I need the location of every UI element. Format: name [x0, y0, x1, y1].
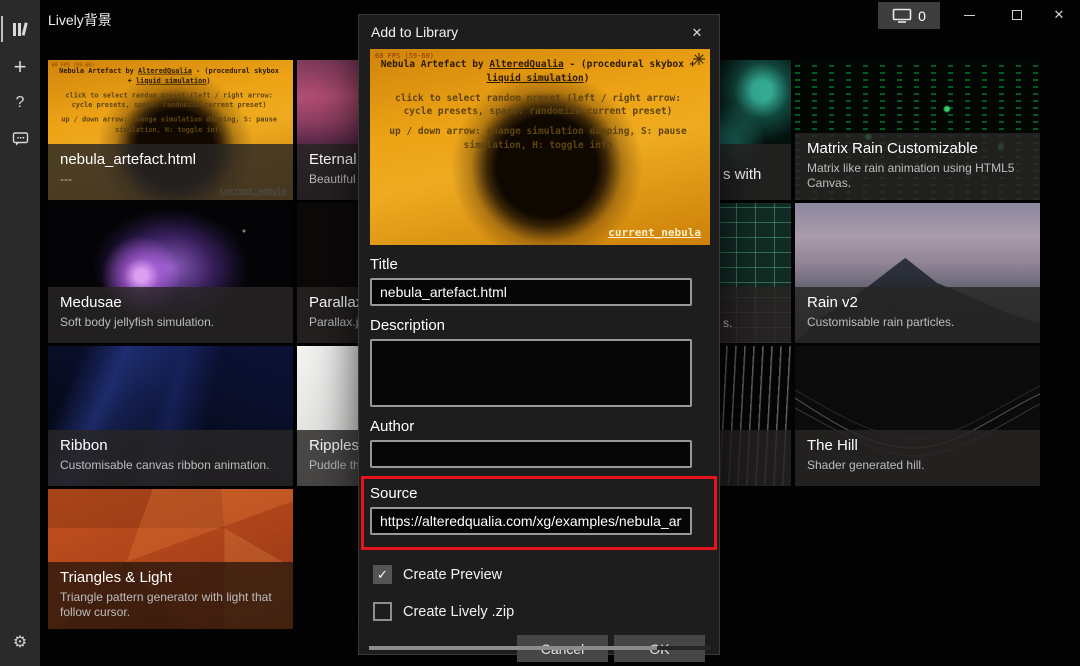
nebula-help-line: up / down arrow: change simulation dampi… — [55, 115, 283, 135]
tile-title: Triangles & Light — [60, 569, 281, 588]
create-zip-option[interactable]: Create Lively .zip — [373, 602, 708, 621]
library-icon — [11, 20, 29, 38]
tile-label-bar: Medusae Soft body jellyfish simulation. — [48, 287, 293, 343]
description-input[interactable] — [370, 339, 692, 407]
create-preview-checkbox[interactable]: ✓ — [373, 565, 392, 584]
dialog-header: Add to Library — [359, 15, 719, 49]
help-icon: ? — [16, 94, 25, 112]
tile-subtitle: Soft body jellyfish simulation. — [60, 315, 281, 331]
scrollbar-thumb[interactable] — [369, 646, 657, 650]
sidebar: + ? ⚙ — [0, 0, 40, 666]
feedback-icon — [12, 131, 29, 147]
sidebar-item-settings[interactable]: ⚙ — [0, 624, 40, 658]
tile-subtitle-fragment: s. — [723, 316, 732, 330]
create-zip-checkbox[interactable] — [373, 602, 392, 621]
dialog-close-button[interactable]: ✕ — [687, 23, 707, 43]
close-icon: ✕ — [1054, 7, 1065, 23]
nebula-overlay-text: Nebula Artefact by AlteredQualia - (proc… — [55, 67, 283, 136]
tile-title: Matrix Rain Customizable — [807, 140, 1028, 159]
tile-title-fragment: s with — [723, 166, 761, 183]
sidebar-item-library[interactable] — [0, 12, 40, 46]
tile-title: The Hill — [807, 437, 1028, 456]
wallpaper-preview: 60 FPS (59-60) Nebula Artefact by Altere… — [370, 49, 710, 245]
preview-watermark: current_nebula — [608, 226, 701, 239]
add-to-library-dialog: Add to Library ✕ 60 FPS (59-60) Nebula A… — [358, 14, 720, 655]
monitor-count: 0 — [918, 8, 926, 24]
tile-label-bar: Matrix Rain Customizable Matrix like rai… — [795, 133, 1040, 200]
nebula-help-line: click to select random preset (left / ri… — [55, 91, 283, 111]
monitor-icon — [892, 8, 912, 24]
checkbox-label: Create Preview — [403, 567, 502, 583]
preview-overlay-text: Nebula Artefact by AlteredQualia - (proc… — [380, 58, 696, 153]
maximize-icon — [1012, 10, 1022, 20]
author-input[interactable] — [370, 440, 692, 468]
description-field-label: Description — [370, 317, 708, 334]
title-input[interactable] — [370, 278, 692, 306]
tile-subtitle: Matrix like rain animation using HTML5 C… — [807, 161, 1028, 192]
wallpaper-tile-ribbon[interactable]: Ribbon Customisable canvas ribbon animat… — [48, 346, 293, 486]
tile-subtitle: Triangle pattern generator with light th… — [60, 590, 281, 621]
preview-help-line: click to select random preset (left / ri… — [380, 92, 696, 120]
title-field-label: Title — [370, 256, 708, 273]
sidebar-item-feedback[interactable] — [0, 122, 40, 156]
tile-subtitle: Customisable canvas ribbon animation. — [60, 458, 281, 474]
source-highlight-box: Source — [361, 476, 717, 550]
minimize-button[interactable] — [948, 0, 990, 30]
tile-label-bar: Ribbon Customisable canvas ribbon animat… — [48, 430, 293, 486]
wallpaper-tile-hill[interactable]: The Hill Shader generated hill. — [795, 346, 1040, 486]
preview-help-line: up / down arrow: change simulation dampi… — [380, 125, 696, 153]
preview-art: 60 FPS (59-60) Nebula Artefact by Altere… — [370, 49, 710, 245]
nebula-heading: Nebula Artefact by AlteredQualia - (proc… — [55, 67, 283, 87]
tile-title: Rain v2 — [807, 294, 1028, 313]
tile-title: Ribbon — [60, 437, 281, 456]
wallpaper-tile-nebula[interactable]: 60 FPS (59-60) Nebula Artefact by Altere… — [48, 60, 293, 200]
wallpaper-tile-triangles[interactable]: Triangles & Light Triangle pattern gener… — [48, 489, 293, 629]
minimize-icon — [964, 15, 975, 16]
wallpaper-tile-rain[interactable]: Rain v2 Customisable rain particles. — [795, 203, 1040, 343]
sidebar-item-add-wallpaper[interactable]: + — [0, 50, 40, 84]
checkbox-label: Create Lively .zip — [403, 604, 514, 620]
source-input[interactable] — [370, 507, 692, 535]
source-field-label: Source — [370, 485, 708, 502]
wallpaper-tile-matrix[interactable]: Matrix Rain Customizable Matrix like rai… — [795, 60, 1040, 200]
app-window: Lively背景 0 ✕ + ? ⚙ — [0, 0, 1080, 666]
wallpaper-tile-medusae[interactable]: Medusae Soft body jellyfish simulation. — [48, 203, 293, 343]
tile-subtitle: --- — [60, 172, 281, 188]
app-title: Lively背景 — [48, 10, 112, 30]
tile-label-bar: Triangles & Light Triangle pattern gener… — [48, 562, 293, 629]
tile-title: nebula_artefact.html — [60, 151, 281, 170]
dialog-title: Add to Library — [371, 24, 458, 40]
create-preview-option[interactable]: ✓ Create Preview — [373, 565, 708, 584]
gear-icon: ⚙ — [13, 632, 27, 651]
tile-label-bar: The Hill Shader generated hill. — [795, 430, 1040, 486]
tile-title: Medusae — [60, 294, 281, 313]
tile-label-bar: nebula_artefact.html --- — [48, 144, 293, 200]
sidebar-item-help[interactable]: ? — [0, 86, 40, 120]
maximize-button[interactable] — [996, 0, 1038, 30]
tile-subtitle: Customisable rain particles. — [807, 315, 1028, 331]
close-window-button[interactable]: ✕ — [1038, 0, 1080, 30]
tile-subtitle: Shader generated hill. — [807, 458, 1028, 474]
preview-heading: Nebula Artefact by AlteredQualia - (proc… — [380, 58, 696, 86]
horizontal-scrollbar[interactable] — [369, 646, 711, 650]
close-icon: ✕ — [692, 25, 703, 41]
author-field-label: Author — [370, 418, 708, 435]
display-select-button[interactable]: 0 — [878, 2, 940, 29]
tile-label-bar: Rain v2 Customisable rain particles. — [795, 287, 1040, 343]
plus-icon: + — [14, 56, 27, 78]
